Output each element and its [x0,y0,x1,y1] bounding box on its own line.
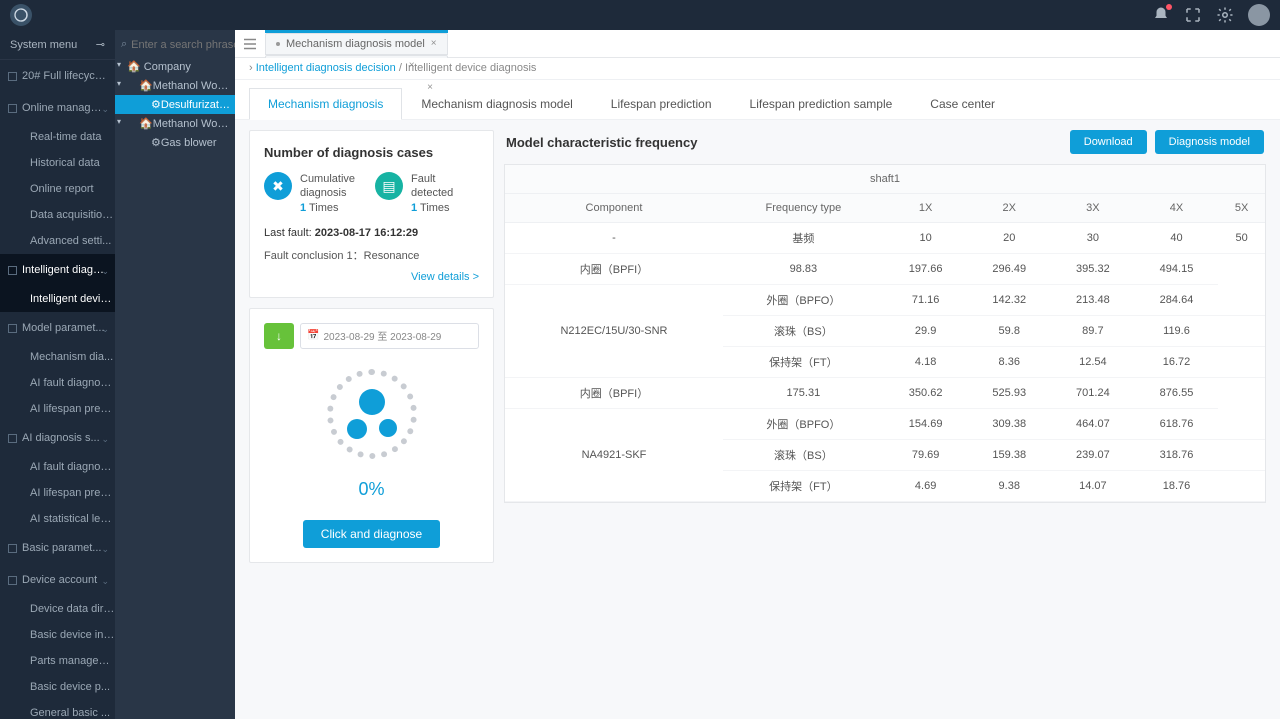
table-row: NA4921-SKF外圈（BPFO）154.69309.38464.07618.… [505,409,1265,440]
topbar [0,0,1280,30]
tree-company[interactable]: ▾🏠 Company [115,57,235,76]
logo [10,4,32,26]
diagnosis-run-card: ↓ 📅2023-08-29 至 2023-08-29 0% Click and … [249,308,494,563]
subtab[interactable]: Lifespan prediction [592,88,731,119]
menu-item[interactable]: AI lifespan predi... [0,396,115,422]
menu-item[interactable]: 20# Full lifecycle d... [0,60,115,92]
table-row: -基频1020304050 [505,223,1265,254]
menu-item[interactable]: Advanced setti... [0,228,115,254]
menu-item[interactable]: Basic device infor... [0,622,115,648]
table-row: 内圈（BPFI）175.31350.62525.93701.24876.55 [505,378,1265,409]
menu-item[interactable]: AI diagnosis s...⌄ [0,422,115,454]
menu-item[interactable]: Parts management [0,648,115,674]
calendar-icon: 📅 [307,330,319,341]
tree-ws1[interactable]: ▾🏠Methanol Workshop 1 [115,76,235,95]
subtab[interactable]: Case center [911,88,1014,119]
menu-item[interactable]: Basic device p... [0,674,115,700]
tree-ws2[interactable]: ▾🏠Methanol Workshop 2 [115,114,235,133]
subtab[interactable]: Lifespan prediction sample [731,88,912,119]
date-range-input[interactable]: 📅2023-08-29 至 2023-08-29 [300,323,479,349]
menu-item[interactable]: Online report [0,176,115,202]
menu-item[interactable]: Model paramet...⌄ [0,312,115,344]
breadcrumb: › Intelligent diagnosis decision / Intel… [235,58,1280,80]
menu-item[interactable]: Mechanism dia... [0,344,115,370]
tree-search-input[interactable] [131,39,235,51]
gear-icon[interactable] [1216,6,1234,24]
tree-gas[interactable]: ⚙Gas blower [115,133,235,152]
bell-icon[interactable] [1152,6,1170,24]
menu-item[interactable]: AI fault diagnosi... [0,370,115,396]
menu-item[interactable]: AI statistical lea... [0,506,115,532]
menu-item[interactable]: General basic ... [0,700,115,719]
diag-title: Number of diagnosis cases [264,145,479,160]
menu-item[interactable]: Intelligent diagno...⌄ [0,254,115,286]
system-menu-header: System menu ⊸ [0,30,115,60]
search-icon: ⌕ [121,38,127,51]
sidebar: System menu ⊸ 20# Full lifecycle d...Onl… [0,30,115,719]
menu-item[interactable]: Device account⌄ [0,564,115,596]
download-button[interactable]: Download [1070,130,1147,154]
list-icon: ▤ [375,172,403,200]
fullscreen-icon[interactable] [1184,6,1202,24]
click-diagnose-button[interactable]: Click and diagnose [303,520,440,548]
subtab[interactable]: Mechanism diagnosis [249,88,402,120]
menu-item[interactable]: Device data directory [0,596,115,622]
collapse-icon[interactable]: ⊸ [96,38,105,51]
progress-ring [327,369,417,459]
diagnosis-model-button[interactable]: Diagnosis model [1155,130,1264,154]
wrench-icon: ✖ [264,172,292,200]
progress-percent: 0% [264,479,479,500]
menu-item[interactable]: Online managem...⌄ [0,92,115,124]
menu-item[interactable]: AI lifespan predi... [0,480,115,506]
menu-item[interactable]: Real-time data [0,124,115,150]
avatar[interactable] [1248,4,1270,26]
diagnosis-cases-card: Number of diagnosis cases ✖ Cumulativedi… [249,130,494,298]
tree-panel: ⌕ ▾🏠 Company ▾🏠Methanol Workshop 1 ⚙Desu… [115,30,235,719]
menu-item[interactable]: Historical data [0,150,115,176]
table-row: 内圈（BPFI）98.83197.66296.49395.32494.15 [505,254,1265,285]
freq-title: Model characteristic frequency [506,135,697,150]
crumb-a[interactable]: Intelligent diagnosis decision [256,62,396,74]
freq-table: shaft1 ComponentFrequency type1X2X3X4X5X… [504,164,1266,503]
start-button[interactable]: ↓ [264,323,294,349]
tabs-row: no-name ×Intelligent device diagnosis ×M… [235,30,1280,58]
tree-desulf[interactable]: ⚙Desulfurization and... [115,95,235,114]
view-details-link[interactable]: View details > [411,271,479,283]
table-row: N212EC/15U/30-SNR外圈（BPFO）71.16142.32213.… [505,285,1265,316]
subtabs: Mechanism diagnosisMechanism diagnosis m… [235,80,1280,120]
menu-item[interactable]: AI fault diagnosi... [0,454,115,480]
menu-item[interactable]: Data acquisition Se... [0,202,115,228]
menu-item[interactable]: Basic paramet...⌄ [0,532,115,564]
menu-item[interactable]: Intelligent device di... [0,286,115,312]
hamburger-icon[interactable] [241,35,259,53]
tab[interactable]: Mechanism diagnosis model × [265,33,448,55]
